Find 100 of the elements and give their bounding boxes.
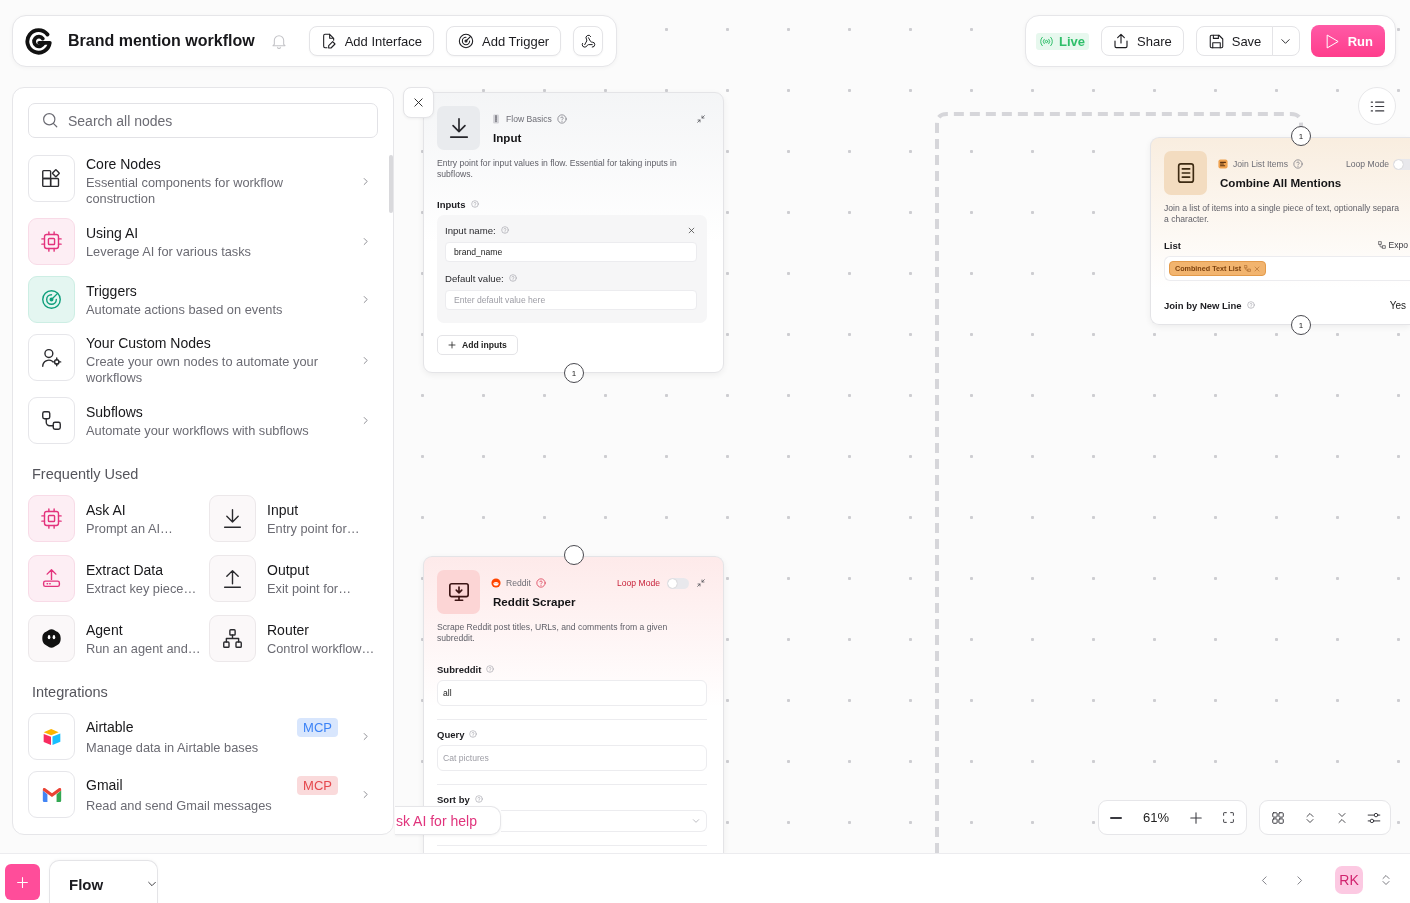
input-name-field[interactable]: brand_name <box>445 242 697 262</box>
chevron-right-icon[interactable] <box>361 355 370 365</box>
airtable-logo-icon <box>28 713 75 760</box>
upload-icon <box>1113 33 1129 49</box>
category-description: Create your own nodes to automate your workflows <box>86 354 319 386</box>
help-icon[interactable] <box>508 274 517 282</box>
chevron-down-icon <box>147 879 157 889</box>
loop-mode-toggle[interactable] <box>667 577 689 589</box>
node-item-title[interactable]: Output <box>267 560 310 579</box>
help-icon[interactable] <box>1246 301 1255 309</box>
node-item-title[interactable]: Input <box>267 500 299 519</box>
loop-mode-label: Loop Mode <box>1346 159 1389 169</box>
zoom-level: 61% <box>1142 810 1170 825</box>
node-item-title[interactable]: Extract Data <box>86 560 164 579</box>
category-description: Automate actions based on events <box>86 301 283 318</box>
add-inputs-button[interactable]: Add inputs <box>437 335 518 355</box>
flow-tab[interactable]: Flow <box>49 860 158 903</box>
text-field[interactable]: all <box>437 680 707 706</box>
help-icon[interactable] <box>535 578 546 588</box>
bell-icon[interactable] <box>270 33 287 49</box>
field-label: Subreddit <box>437 663 482 675</box>
integration-title[interactable]: Gmail <box>86 776 123 794</box>
chevron-right-icon[interactable] <box>361 732 370 741</box>
category-title[interactable]: Your Custom Nodes <box>86 334 211 352</box>
text-field[interactable]: Cat pictures <box>437 745 707 771</box>
connection-handle[interactable]: 1 <box>1291 315 1311 335</box>
integration-description: Read and send Gmail messages <box>86 797 272 814</box>
select-field[interactable] <box>501 810 707 832</box>
loop-mode-toggle[interactable] <box>1393 158 1410 170</box>
node-item-description: Entry point for… <box>267 520 360 537</box>
list-menu-button[interactable] <box>1358 87 1396 125</box>
plus-icon <box>1189 810 1203 825</box>
integration-title[interactable]: Airtable <box>86 718 134 736</box>
reddit-logo-icon <box>491 578 501 588</box>
node-description: a character. <box>1164 213 1210 224</box>
upload-tray-icon <box>28 555 75 602</box>
workflow-title: Brand mention workflow <box>68 32 255 50</box>
category-title[interactable]: Triggers <box>86 281 137 300</box>
node-item-title[interactable]: Agent <box>86 620 123 639</box>
node-item-title[interactable]: Ask AI <box>86 500 126 519</box>
help-icon[interactable] <box>1292 159 1303 169</box>
list-tile-icon <box>1218 159 1228 169</box>
category-title[interactable]: Using AI <box>86 223 139 242</box>
add-trigger-button[interactable]: Add Trigger <box>446 26 562 56</box>
close-icon[interactable] <box>688 226 695 234</box>
action-link[interactable]: Expo <box>1378 240 1408 250</box>
close-button[interactable] <box>403 87 434 118</box>
help-icon[interactable] <box>470 200 479 208</box>
field-value: Yes <box>1389 299 1406 311</box>
user-avatar[interactable]: RK <box>1335 866 1363 894</box>
connection-handle[interactable]: 1 <box>564 363 584 383</box>
plus-button[interactable] <box>5 864 40 900</box>
help-icon[interactable] <box>486 665 495 673</box>
node-description: Scrape Reddit post titles, URLs, and comments from a given subreddit. <box>437 622 669 643</box>
chip-icon <box>28 218 75 265</box>
collapse-icon[interactable] <box>697 115 705 123</box>
chevron-right-icon[interactable] <box>361 790 370 799</box>
connection-handle[interactable] <box>564 545 584 565</box>
node-description: Entry point for input values in flow. Essential for taking inputs in subflows. <box>437 158 678 179</box>
file-pen-icon <box>320 33 337 49</box>
chip-icon <box>28 495 75 542</box>
search-field[interactable]: Search all nodes <box>28 103 378 138</box>
help-icon[interactable] <box>500 226 509 234</box>
scrollbar-thumb[interactable] <box>389 155 393 213</box>
plus-icon <box>448 341 456 349</box>
chevron-right-icon[interactable] <box>361 176 370 186</box>
help-icon[interactable] <box>474 795 483 803</box>
add-interface-button[interactable]: Add Interface <box>308 26 434 56</box>
broadcast-icon <box>1040 34 1053 48</box>
category-title[interactable]: Core Nodes <box>86 155 161 173</box>
webhook-button[interactable] <box>573 26 604 56</box>
help-icon[interactable] <box>469 730 478 738</box>
plus-icon <box>16 875 29 889</box>
fullscreen-icon <box>1221 811 1235 824</box>
share-button[interactable]: Share <box>1101 26 1184 56</box>
node-item-title[interactable]: Router <box>267 620 310 639</box>
chevron-right-icon[interactable] <box>361 416 370 425</box>
chevrons-up-down-icon <box>1304 811 1316 824</box>
node-title: Reddit Scraper <box>493 594 577 610</box>
node-category: Flow Basics <box>506 114 552 124</box>
integration-tag: MCP <box>297 717 338 737</box>
help-icon[interactable] <box>556 114 567 124</box>
branch-icon <box>1378 241 1387 249</box>
chevron-right-icon[interactable] <box>361 295 370 304</box>
chevron-right-icon[interactable] <box>361 237 370 246</box>
field-label: Query <box>437 728 465 740</box>
category-title[interactable]: Subflows <box>86 402 143 421</box>
floppy-disk-icon <box>1208 33 1224 49</box>
help-button[interactable]: sk AI for help <box>395 806 501 835</box>
gmail-logo-icon <box>28 771 75 818</box>
field-label: Input name: <box>445 224 496 236</box>
save-button[interactable]: Save <box>1195 26 1273 56</box>
save-options-button[interactable] <box>1271 26 1300 56</box>
connection-handle[interactable]: 1 <box>1291 126 1311 146</box>
hierarchy-icon <box>209 615 256 662</box>
zipper-tile-icon <box>491 114 501 124</box>
collapse-icon[interactable] <box>697 579 705 587</box>
default-value-field[interactable]: Enter default value here <box>445 290 697 310</box>
chevrons-up-down-icon <box>1380 874 1392 886</box>
download-icon <box>209 495 256 542</box>
